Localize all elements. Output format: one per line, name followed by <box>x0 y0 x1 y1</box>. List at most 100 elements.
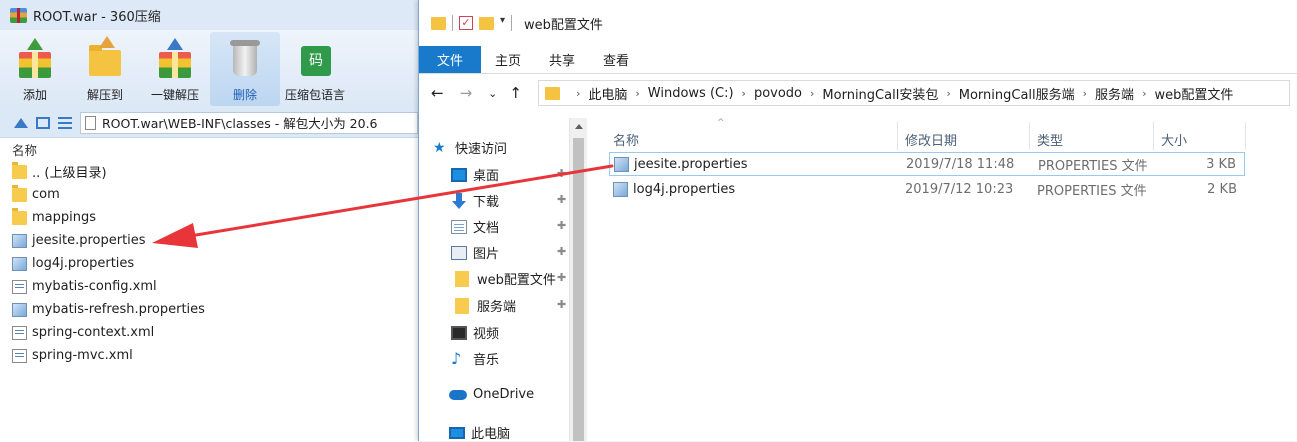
one-click-extract-button[interactable]: 一键解压 <box>140 32 210 106</box>
documents-icon <box>451 219 467 234</box>
list-item[interactable]: mappings <box>12 206 412 229</box>
xml-file-icon <box>12 279 27 294</box>
nav-item-pictures[interactable]: 图片 ✚ <box>451 243 566 262</box>
column-divider[interactable] <box>1153 122 1154 150</box>
tab-file[interactable]: 文件 <box>419 46 482 73</box>
nav-item-videos[interactable]: 视频 <box>451 323 499 342</box>
pin-icon[interactable]: ✚ <box>557 167 566 180</box>
archive-column-name[interactable]: 名称 <box>12 140 37 159</box>
scrollbar-thumb[interactable] <box>573 138 584 441</box>
list-view-icon[interactable] <box>58 116 72 129</box>
navigation-scrollbar[interactable] <box>569 118 587 441</box>
nav-item-music[interactable]: ♪ 音乐 <box>451 349 499 368</box>
breadcrumb-separator-icon[interactable]: › <box>742 87 746 100</box>
extract-to-icon <box>85 36 125 80</box>
breadcrumb-povodo[interactable]: povodo <box>754 86 802 101</box>
breadcrumb-separator-icon[interactable]: › <box>946 87 950 100</box>
breadcrumb-server[interactable]: 服务端 <box>1095 84 1134 103</box>
column-divider[interactable] <box>1029 122 1030 150</box>
nav-item-downloads[interactable]: 下载 ✚ <box>451 191 566 210</box>
nav-this-pc[interactable]: 此电脑 <box>449 423 510 442</box>
pin-icon[interactable]: ✚ <box>557 245 566 258</box>
breadcrumb-installer[interactable]: MorningCall安装包 <box>822 84 938 103</box>
breadcrumb-this-pc[interactable]: 此电脑 <box>588 84 627 103</box>
up-arrow-icon[interactable]: ↑ <box>509 84 522 102</box>
column-divider[interactable] <box>897 122 898 150</box>
nav-item-desktop[interactable]: 桌面 ✚ <box>451 165 566 184</box>
music-icon: ♪ <box>451 348 462 368</box>
archive-toolbar: 添加 解压到 一键解压 删除 码 压缩包语言 <box>0 30 418 108</box>
breadcrumb-web-config[interactable]: web配置文件 <box>1154 84 1233 103</box>
thumbnail-view-icon[interactable] <box>36 116 50 129</box>
extract-to-button[interactable]: 解压到 <box>70 32 140 106</box>
list-item[interactable]: spring-mvc.xml <box>12 344 412 367</box>
up-level-icon[interactable] <box>14 117 28 128</box>
pin-icon[interactable]: ✚ <box>557 219 566 232</box>
properties-file-icon <box>614 156 629 172</box>
column-header-date[interactable]: 修改日期 <box>905 130 957 149</box>
nav-item-server[interactable]: 服务端 ✚ <box>455 296 566 315</box>
breadcrumb-separator-icon[interactable]: › <box>810 87 814 100</box>
list-item[interactable]: spring-context.xml <box>12 321 412 344</box>
quick-access-dropdown-icon[interactable]: ▾ <box>500 15 505 31</box>
nav-label: 桌面 <box>473 169 500 184</box>
table-row[interactable]: log4j.properties 2019/7/12 10:23 PROPERT… <box>609 177 1245 201</box>
breadcrumb-separator-icon[interactable]: › <box>1142 87 1146 100</box>
list-item-label: spring-mvc.xml <box>32 348 133 363</box>
videos-icon <box>451 325 467 340</box>
archive-language-button-label: 压缩包语言 <box>284 88 345 102</box>
nav-label: 服务端 <box>477 300 517 315</box>
column-divider[interactable] <box>1245 122 1246 150</box>
list-item-label: spring-context.xml <box>32 325 155 340</box>
one-click-extract-icon <box>155 38 195 80</box>
column-header-type[interactable]: 类型 <box>1037 130 1063 149</box>
pin-icon[interactable]: ✚ <box>557 298 566 311</box>
add-button[interactable]: 添加 <box>0 32 70 106</box>
file-type: PROPERTIES 文件 <box>1037 183 1147 199</box>
nav-onedrive[interactable]: OneDrive <box>449 387 534 402</box>
tab-view[interactable]: 查看 <box>589 46 643 73</box>
divider <box>452 15 453 31</box>
new-folder-icon[interactable] <box>479 16 494 30</box>
archive-path-field[interactable]: ROOT.war\WEB-INF\classes - 解包大小为 20.6 <box>80 111 418 134</box>
nav-item-web-config[interactable]: web配置文件 ✚ <box>455 269 566 288</box>
trash-icon <box>225 38 265 80</box>
tab-home[interactable]: 主页 <box>481 46 535 73</box>
nav-label: web配置文件 <box>477 273 556 288</box>
breadcrumb-separator-icon[interactable]: › <box>1083 87 1087 100</box>
properties-check-icon[interactable]: ✓ <box>459 16 473 30</box>
column-header-size[interactable]: 大小 <box>1161 130 1187 149</box>
archive-address-bar: ROOT.war\WEB-INF\classes - 解包大小为 20.6 <box>0 108 418 138</box>
list-item[interactable]: .. (上级目录) <box>12 160 412 183</box>
breadcrumb-windows-c[interactable]: Windows (C:) <box>648 86 734 101</box>
list-item[interactable]: mybatis-refresh.properties <box>12 298 412 321</box>
folder-icon <box>12 161 27 179</box>
list-item[interactable]: log4j.properties <box>12 252 412 275</box>
nav-label: 此电脑 <box>471 427 511 442</box>
archive-language-button[interactable]: 码 压缩包语言 <box>280 32 350 106</box>
table-row[interactable]: jeesite.properties 2019/7/18 11:48 PROPE… <box>609 152 1245 176</box>
nav-item-documents[interactable]: 文档 ✚ <box>451 217 566 236</box>
list-item-label: com <box>32 187 60 202</box>
navigation-bar: ← → ⌄ ↑ › 此电脑 › Windows (C:) › povodo › … <box>419 76 1297 110</box>
archive-window: ROOT.war - 360压缩 添加 解压到 一键解压 删除 码 压缩包语言 <box>0 0 418 441</box>
breadcrumb-server-package[interactable]: MorningCall服务端 <box>959 84 1075 103</box>
scroll-up-icon[interactable] <box>575 124 583 129</box>
column-header-name[interactable]: 名称 <box>613 130 639 149</box>
breadcrumb-separator-icon[interactable]: › <box>635 87 639 100</box>
address-bar[interactable]: › 此电脑 › Windows (C:) › povodo › MorningC… <box>537 80 1290 106</box>
list-item[interactable]: com <box>12 183 412 206</box>
forward-arrow-icon[interactable]: → <box>460 84 473 102</box>
back-arrow-icon[interactable]: ← <box>431 84 444 102</box>
nav-quick-access[interactable]: ★ 快速访问 <box>433 138 507 158</box>
pin-icon[interactable]: ✚ <box>557 271 566 284</box>
list-item[interactable]: mybatis-config.xml <box>12 275 412 298</box>
delete-button[interactable]: 删除 <box>210 32 280 106</box>
list-item[interactable]: jeesite.properties <box>12 229 412 252</box>
breadcrumb-separator-icon[interactable]: › <box>576 87 580 100</box>
recent-locations-chevron-icon[interactable]: ⌄ <box>488 87 497 100</box>
pictures-icon <box>451 245 467 260</box>
pin-icon[interactable]: ✚ <box>557 193 566 206</box>
tab-share[interactable]: 共享 <box>535 46 589 73</box>
download-icon <box>451 192 467 209</box>
